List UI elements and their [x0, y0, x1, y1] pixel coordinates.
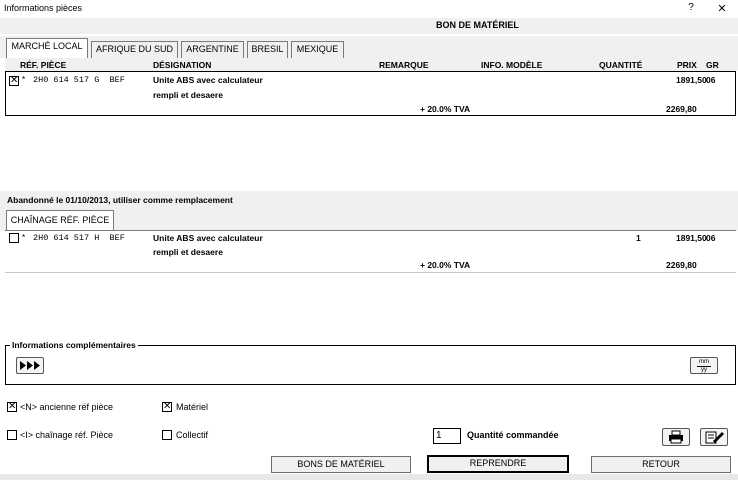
chain-item-tva-label: + 20.0% TVA — [420, 260, 471, 270]
collectif-checkbox[interactable] — [162, 430, 172, 440]
info-frame — [5, 345, 736, 385]
month-year-icon-top: mm — [697, 359, 711, 367]
printer-icon — [669, 430, 683, 444]
bons-de-materiel-button[interactable]: BONS DE MATÉRIEL — [271, 456, 411, 473]
fast-forward-button[interactable] — [16, 357, 44, 374]
chain-ref-checkbox[interactable] — [7, 430, 17, 440]
chain-item-designation-1: Unite ABS avec calculateur — [153, 233, 263, 243]
tab-argentine[interactable]: ARGENTINE — [181, 41, 244, 58]
main-item-ref: 2H0 614 517 G BEF — [33, 75, 125, 85]
quantity-label: Quantité commandée — [467, 430, 559, 440]
col-info-modele[interactable]: INFO. MODÈLE — [481, 60, 542, 70]
col-remarque[interactable]: REMARQUE — [379, 60, 429, 70]
materiel-checkbox[interactable]: ✕ — [162, 402, 172, 412]
col-ref-piece[interactable]: RÉF. PIÈCE — [20, 60, 66, 70]
abandon-note: Abandonné le 01/10/2013, utiliser comme … — [7, 195, 233, 205]
main-item-designation-1: Unite ABS avec calculateur — [153, 75, 263, 85]
col-quantite[interactable]: QUANTITÉ — [599, 60, 642, 70]
col-gr[interactable]: GR — [706, 60, 719, 70]
chain-item-ref: 2H0 614 517 H BEF — [33, 233, 125, 243]
chain-item-designation-2: rempli et desaere — [153, 247, 223, 257]
quantity-input[interactable]: 1 — [433, 428, 461, 444]
col-designation[interactable]: DÉSIGNATION — [153, 60, 211, 70]
main-item-star: * — [21, 75, 27, 85]
fast-forward-icon — [20, 361, 40, 370]
page-title: BON DE MATÉRIEL — [436, 20, 519, 30]
collectif-label[interactable]: Collectif — [176, 430, 208, 440]
tab-mexique[interactable]: MEXIQUE — [291, 41, 344, 58]
main-item-prix: 1891,50 — [676, 75, 707, 85]
old-ref-checkbox[interactable]: ✕ — [7, 402, 17, 412]
chain-divider — [5, 230, 736, 231]
reprendre-button[interactable]: REPRENDRE — [427, 455, 569, 473]
help-button[interactable]: ? — [684, 2, 698, 16]
main-item-tva-label: + 20.0% TVA — [420, 104, 471, 114]
edit-pencil-icon — [705, 431, 724, 444]
tab-bresil[interactable]: BRESIL — [247, 41, 288, 58]
title-bar — [0, 0, 738, 18]
chain-ref-label[interactable]: <I> chaînage réf. Pièce — [20, 430, 113, 440]
main-item-tva-price: 2269,80 — [666, 104, 697, 114]
col-prix[interactable]: PRIX — [677, 60, 697, 70]
tab-afrique-du-sud[interactable]: AFRIQUE DU SUD — [91, 41, 178, 58]
header-band — [0, 18, 738, 34]
info-label: Informations complémentaires — [10, 340, 138, 350]
main-item-designation-2: rempli et desaere — [153, 90, 223, 100]
chain-item-tva-price: 2269,80 — [666, 260, 697, 270]
chain-item-checkbox[interactable] — [9, 233, 19, 243]
main-item-checkbox[interactable]: ✕ — [9, 76, 19, 86]
print-button[interactable] — [662, 428, 690, 446]
chain-item-star: * — [21, 233, 27, 243]
old-ref-label[interactable]: <N> ancienne réf pièce — [20, 402, 113, 412]
retour-button[interactable]: RETOUR — [591, 456, 731, 473]
materiel-label[interactable]: Matériel — [176, 402, 208, 412]
taskbar-strip — [0, 474, 738, 480]
close-button[interactable]: ✕ — [714, 2, 730, 16]
edit-button[interactable] — [700, 428, 728, 446]
chain-item-prix: 1891,50 — [676, 233, 707, 243]
window-title: Informations pièces — [4, 3, 83, 13]
main-item-gr: 06 — [706, 75, 716, 85]
tab-chainage-ref[interactable]: CHAÎNAGE RÉF. PIÈCE — [6, 210, 114, 231]
tab-marche-local[interactable]: MARCHÉ LOCAL — [6, 38, 88, 58]
chain-item-gr: 06 — [706, 233, 716, 243]
month-year-icon-bottom: yy — [701, 367, 707, 373]
chain-item-quantite: 1 — [636, 233, 641, 243]
chain-bottom-divider — [5, 272, 736, 273]
month-year-button[interactable]: mm yy — [690, 357, 718, 374]
